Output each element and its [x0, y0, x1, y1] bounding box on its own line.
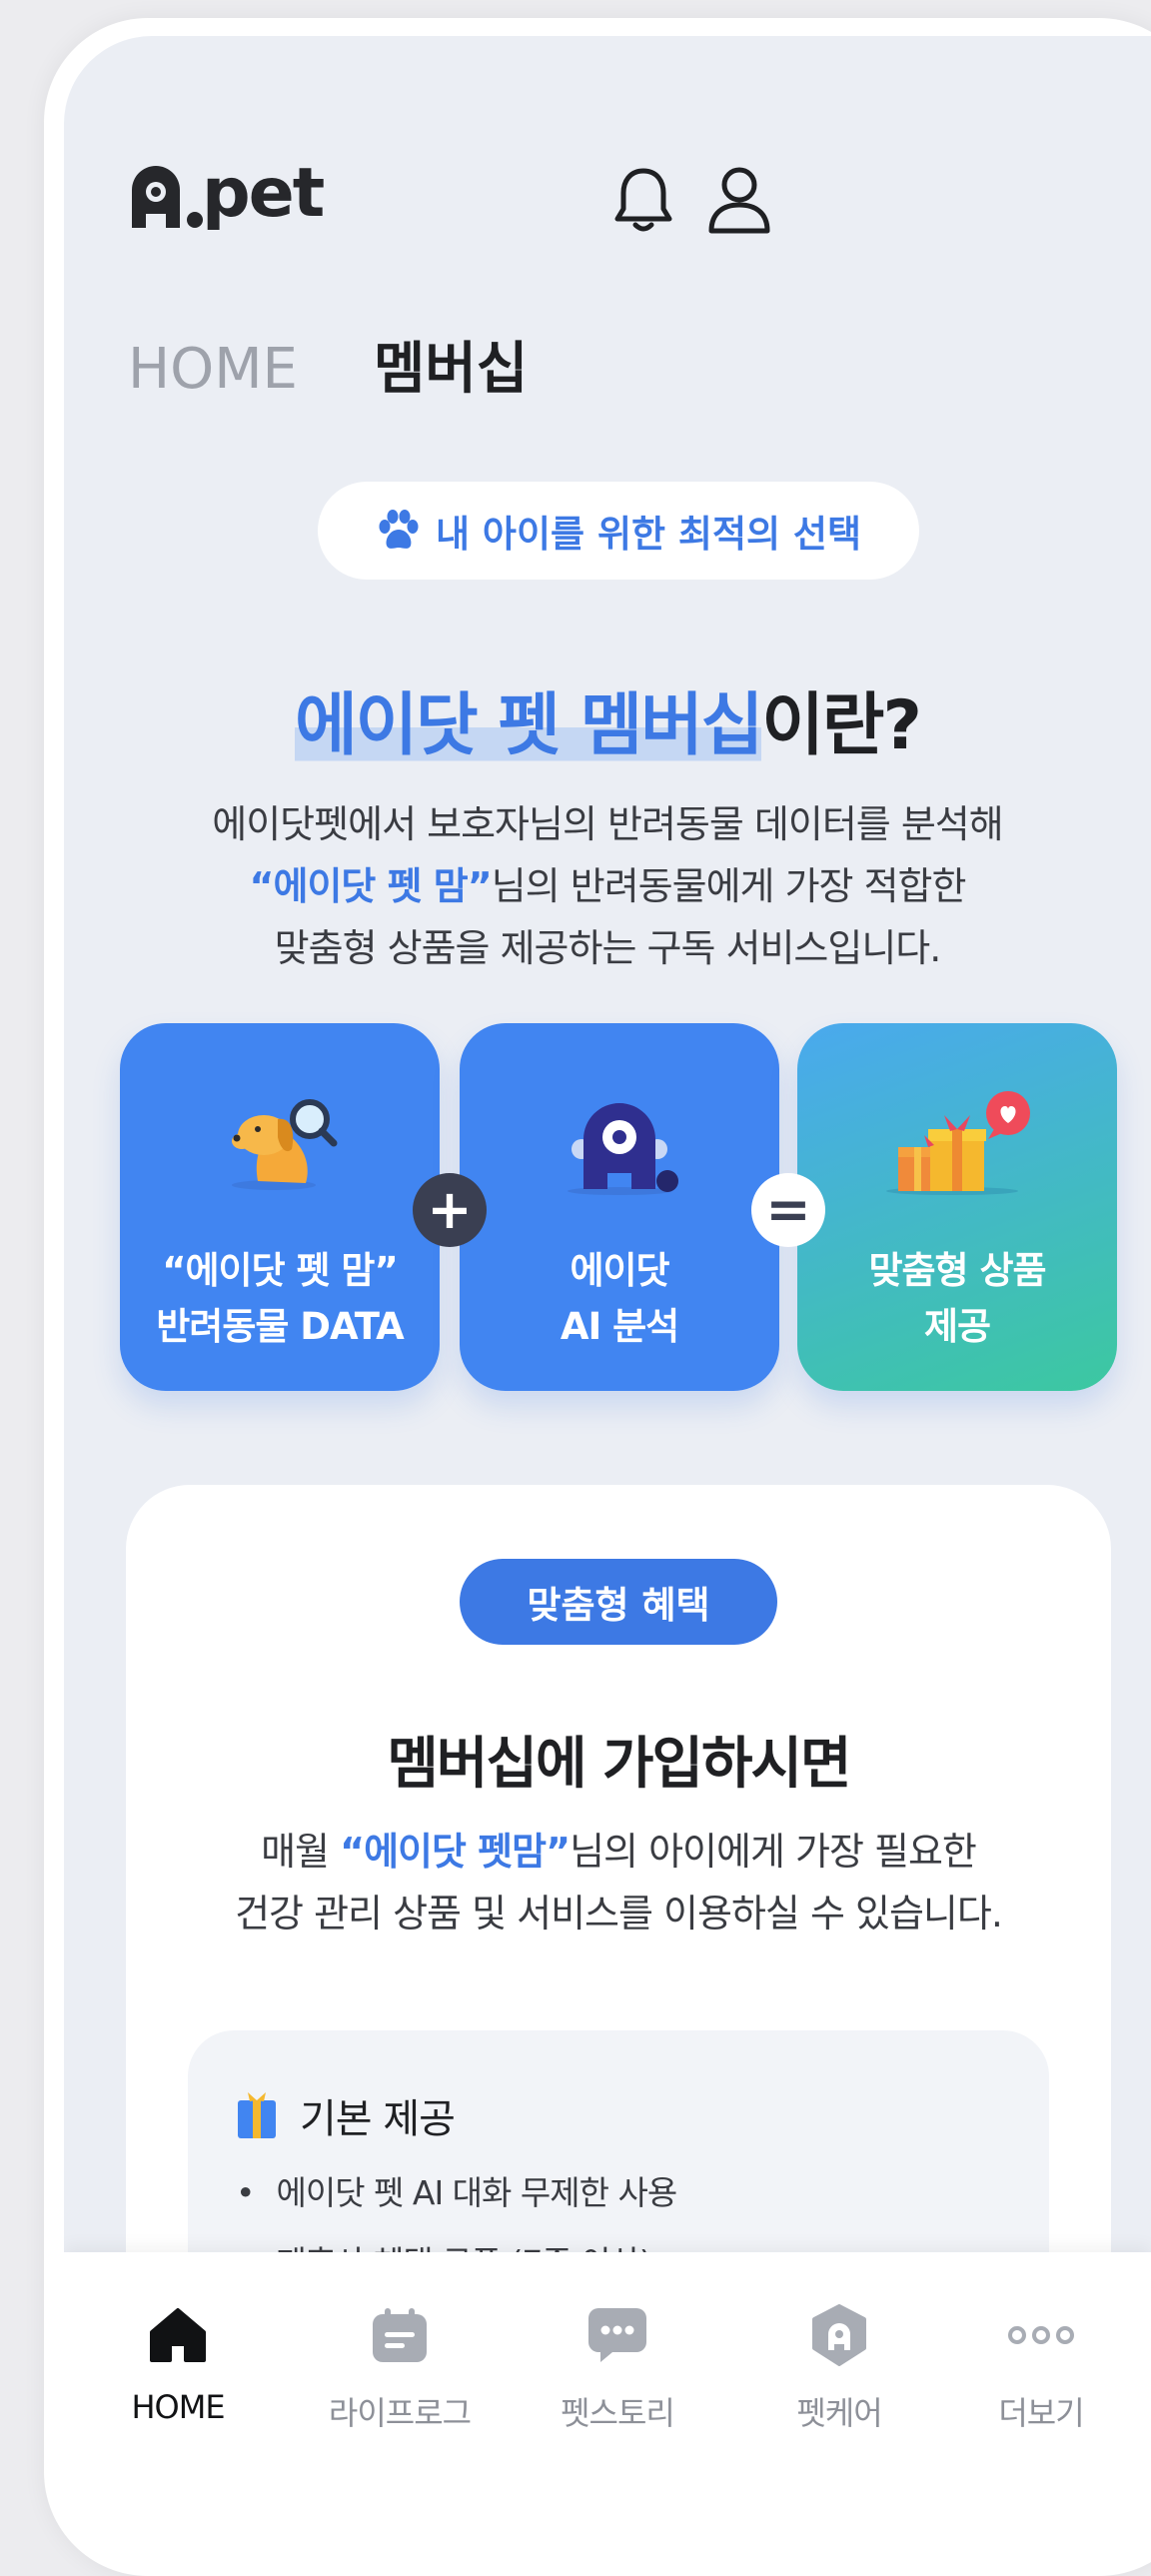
logo-a-icon	[132, 166, 180, 228]
intro-line-3: 맞춤형 상품을 제공하는 구독 서비스입니다.	[274, 926, 942, 970]
intro-line-2-rest: 님의 반려동물에게 가장 적합한	[491, 864, 967, 908]
benefit-title: 멤버십에 가입하시면	[387, 1732, 851, 1797]
benefit-desc-line2: 건강 관리 상품 및 서비스를 이용하실 수 있습니다.	[235, 1892, 1003, 1935]
benefit-desc-highlight: “에이닷 펫맘”	[340, 1830, 571, 1874]
tagline-text: 내 아이를 위한 최적의 선택	[436, 513, 861, 556]
dog-magnifier-icon	[232, 1099, 338, 1190]
nav-home[interactable]: HOME	[68, 2300, 288, 2426]
page-title: 에이닷 펫 멤버십이란?	[64, 669, 1151, 768]
chat-icon	[588, 2308, 646, 2362]
notification-button[interactable]	[607, 160, 679, 240]
intro-highlight: “에이닷 펫 맘”	[249, 864, 493, 908]
card-pet-data: “에이닷 펫 맘” 반려동물 DATA	[120, 1023, 440, 1391]
care-shield-icon	[812, 2304, 866, 2366]
card-pet-data-line2: 반려동물 DATA	[156, 1305, 405, 1348]
top-tabs: HOME 멤버십	[128, 342, 528, 398]
profile-button[interactable]	[703, 160, 775, 240]
benefit-desc-pre: 매월	[261, 1830, 341, 1874]
title-highlight: 에이닷 펫 멤버십	[295, 686, 763, 765]
robot-icon	[568, 1103, 678, 1195]
equals-icon: =	[751, 1173, 825, 1247]
card-ai-analysis: 에이닷 AI 분석	[460, 1023, 779, 1391]
nav-petstory-label: 펫스토리	[561, 2394, 675, 2432]
nav-more-label: 더보기	[998, 2394, 1084, 2432]
list-item: 에이닷 펫 AI 대화 무제한 사용	[236, 2158, 677, 2228]
nav-petcare-label: 펫케어	[796, 2394, 882, 2432]
nav-petcare[interactable]: 펫케어	[729, 2300, 949, 2434]
nav-more[interactable]: 더보기	[931, 2300, 1151, 2434]
bottom-nav: HOME 라이프로그 펫스토리 펫케어 더보기	[64, 2252, 1151, 2508]
card-ai-line2: AI 분석	[560, 1305, 679, 1348]
card-custom-product: 맞춤형 상품제공	[797, 1023, 1117, 1391]
bell-icon	[614, 168, 672, 232]
tab-home[interactable]: HOME	[128, 342, 298, 398]
more-icon	[1008, 2326, 1074, 2344]
app-screen: pet HOME 멤버십 내 아이를 위한 최적의 선택 에이닷 펫 멤버십이란…	[64, 36, 1151, 2508]
gift-heart-icon	[886, 1091, 1030, 1195]
tab-membership[interactable]: 멤버십	[374, 342, 529, 398]
basic-benefits-header: 기본 제공	[236, 2086, 456, 2144]
intro-line-2: “에이닷 펫 맘”님의 반려동물에게 가장 적합한	[64, 855, 1151, 917]
intro-text: 에이닷펫에서 보호자님의 반려동물 데이터를 분석해 “에이닷 펫 맘”님의 반…	[64, 793, 1151, 979]
benefit-desc-post: 님의 아이에게 가장 필요한	[570, 1830, 977, 1874]
user-icon	[708, 167, 770, 234]
nav-home-label: HOME	[131, 2388, 225, 2426]
nav-petstory[interactable]: 펫스토리	[508, 2300, 727, 2434]
home-icon	[150, 2308, 206, 2362]
app-logo[interactable]: pet	[128, 154, 325, 233]
card-product-line1: 맞춤형 상품	[868, 1249, 1046, 1292]
benefit-desc-line1: 매월 “에이닷 펫맘”님의 아이에게 가장 필요한	[126, 1821, 1111, 1883]
card-ai-line1: 에이닷	[570, 1249, 669, 1292]
tagline-pill: 내 아이를 위한 최적의 선택	[318, 482, 919, 580]
title-rest: 이란?	[761, 686, 922, 765]
logo-text: pet	[202, 154, 325, 233]
nav-lifelog-label: 라이프로그	[328, 2394, 472, 2432]
card-product-line2: 제공	[923, 1305, 991, 1348]
nav-lifelog[interactable]: 라이프로그	[290, 2300, 510, 2434]
benefit-desc: 매월 “에이닷 펫맘”님의 아이에게 가장 필요한 건강 관리 상품 및 서비스…	[126, 1821, 1111, 1944]
basic-benefits-title: 기본 제공	[300, 2096, 456, 2142]
paw-icon	[379, 510, 419, 549]
gift-box-icon	[238, 2092, 276, 2138]
calendar-icon	[373, 2308, 427, 2362]
benefit-badge: 맞춤형 혜택	[460, 1559, 777, 1645]
intro-line-1: 에이닷펫에서 보호자님의 반려동물 데이터를 분석해	[212, 802, 1003, 846]
card-pet-data-line1: “에이닷 펫 맘”	[162, 1249, 399, 1292]
plus-icon: +	[413, 1173, 487, 1247]
